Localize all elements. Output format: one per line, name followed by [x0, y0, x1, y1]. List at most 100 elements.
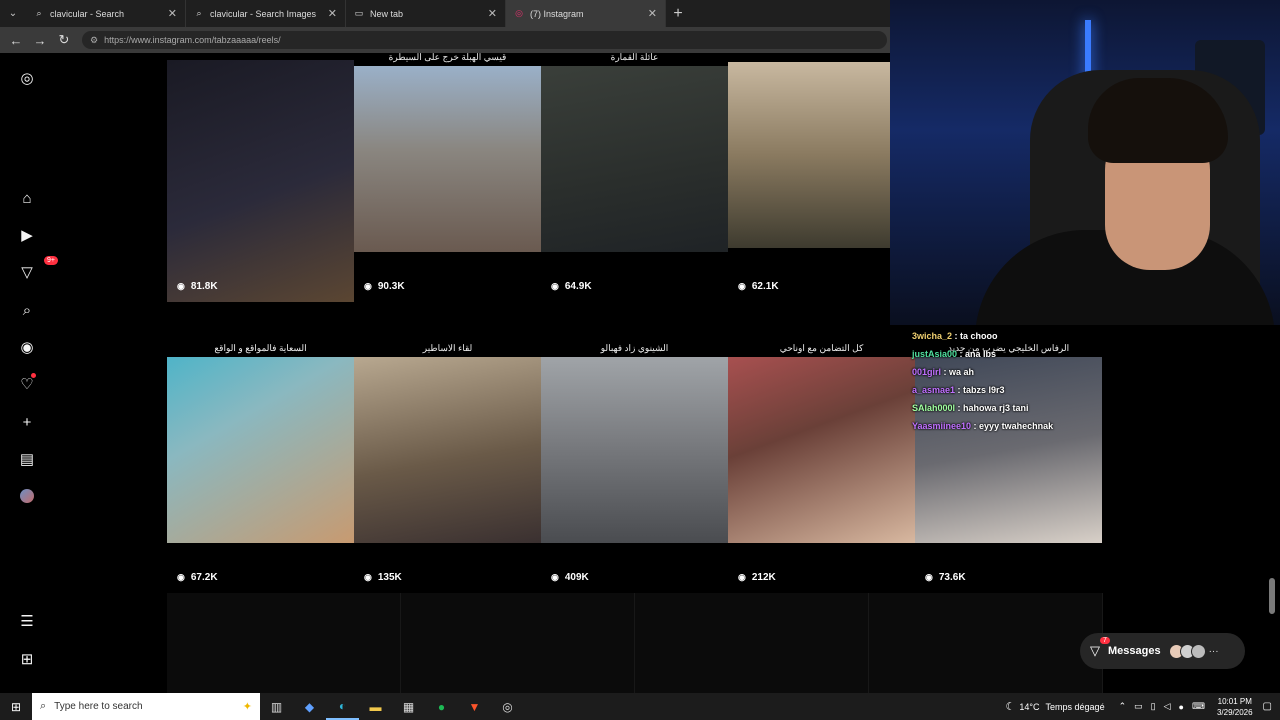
file-explorer-icon[interactable]: ▬ [359, 693, 392, 720]
reel-card[interactable]: قيسي الهبلة خرج على السيطرة ◉ 90.3K [354, 52, 541, 302]
reel-thumbnail [167, 357, 354, 543]
reel-title: كل التضامن مع اوناحي [779, 343, 864, 353]
site-info-icon[interactable]: ⚙ [90, 35, 98, 46]
chat-user: Yaasmiinee10 [912, 421, 972, 431]
reel-title: لقاء الاساطير [422, 343, 473, 353]
apps-icon[interactable]: ⊞ [18, 650, 36, 668]
view-count: ◉ 212K [738, 572, 776, 583]
copilot-icon[interactable]: ◆ [293, 693, 326, 720]
tab-item-active[interactable]: ◎ (7) Instagram ✕ [506, 0, 666, 27]
tab-title: New tab [370, 8, 404, 19]
view-count: ◉ 64.9K [551, 281, 592, 292]
eye-icon: ◉ [551, 281, 559, 291]
task-view-icon[interactable]: ▥ [260, 693, 293, 720]
eye-icon: ◉ [364, 572, 372, 582]
brave-icon[interactable]: ▼ [458, 693, 491, 720]
reel-thumbnail [354, 357, 541, 543]
chat-message: Yaasmiinee10 : eyyy twahechnak [912, 421, 1054, 431]
heart-icon[interactable]: ♡ [18, 373, 36, 393]
menu-icon[interactable]: ☰ [18, 612, 36, 630]
windows-start-icon[interactable]: ⊞ [0, 700, 32, 714]
network-icon[interactable]: ▭ [1134, 701, 1143, 712]
taskbar-search[interactable]: ⌕ Type here to search ✦ [32, 693, 260, 720]
dashboard-icon[interactable]: ▤ [18, 450, 36, 468]
spotify-icon[interactable]: ● [425, 693, 458, 720]
notifications-icon[interactable]: ▽ 9+ [18, 256, 58, 281]
notification-badge: 9+ [44, 256, 58, 265]
url-text: https://www.instagram.com/tabzaaaaa/reel… [104, 35, 281, 45]
webcam-overlay [890, 0, 1280, 325]
language-icon[interactable]: ⌨ [1192, 701, 1205, 712]
reload-icon[interactable]: ↻ [52, 32, 76, 48]
reel-card[interactable]: ◉ 62.1K [728, 52, 915, 302]
chat-message: justAsia00 : ana lbs [912, 349, 997, 359]
chat-message: 3wicha_2 : ta chooo [912, 331, 998, 341]
view-count: ◉ 62.1K [738, 281, 779, 292]
explore-icon[interactable]: ◉ [18, 338, 36, 356]
obs-icon[interactable]: ◎ [491, 693, 524, 720]
address-bar-row: ← → ↻ ⚙ https://www.instagram.com/tabzaa… [0, 27, 890, 53]
home-icon[interactable]: ⌂ [18, 189, 36, 207]
more-icon: ··· [1208, 645, 1219, 657]
forward-icon[interactable]: → [28, 33, 52, 48]
store-icon[interactable]: ▦ [392, 693, 425, 720]
battery-icon[interactable]: ▯ [1151, 701, 1156, 712]
chat-user: a_asmae1 [912, 385, 956, 395]
reel-thumbnail [728, 357, 915, 543]
weather-text: Temps dégagé [1045, 701, 1105, 712]
reel-thumbnail [541, 357, 728, 543]
chat-user: SAlah000l [912, 403, 956, 413]
tab-title: (7) Instagram [530, 8, 584, 19]
reels-icon[interactable]: ▶ [18, 226, 36, 244]
tab-item[interactable]: ▭ New tab ✕ [346, 0, 506, 27]
profile-avatar[interactable] [18, 487, 36, 505]
tab-search-button[interactable]: ⌄ [0, 0, 26, 27]
tab-item[interactable]: ⌕ clavicular - Search Images ✕ [186, 0, 346, 27]
close-icon[interactable]: ✕ [168, 7, 177, 20]
chat-text: eyyy twahechnak [979, 421, 1054, 431]
chevron-down-icon: ⌄ [8, 8, 18, 19]
back-icon[interactable]: ← [4, 33, 28, 48]
avatar [1190, 643, 1206, 659]
reel-card[interactable]: لقاء الاساطير ◉ 135K [354, 343, 541, 593]
eye-icon: ◉ [177, 572, 185, 582]
activity-dot [31, 373, 36, 378]
search-icon: ⌕ [196, 8, 202, 18]
tab-item[interactable]: ⌕ clavicular - Search ✕ [26, 0, 186, 27]
clock[interactable]: 10:01 PM 3/29/2026 [1217, 696, 1253, 718]
search-icon: ⌕ [40, 700, 47, 712]
reel-card[interactable]: الشينوي زاد فهبالو ◉ 409K [541, 343, 728, 593]
chat-text: ana lbs [965, 349, 997, 359]
close-icon[interactable]: ✕ [488, 7, 497, 20]
reel-thumbnail [354, 66, 541, 252]
view-count: ◉ 135K [364, 572, 402, 583]
chat-text: hahowa rj3 tani [963, 403, 1029, 413]
clock-time: 10:01 PM [1217, 696, 1252, 706]
reel-card[interactable]: السعاية فالمواقع و الواقع ◉ 67.2K [167, 343, 354, 593]
create-icon[interactable]: + [18, 413, 36, 431]
system-tray: ☾ 14°C Temps dégagé ⌃ ▭ ▯ ◁ ● ⌨ 10:01 PM… [1006, 693, 1280, 720]
url-field[interactable]: ⚙ https://www.instagram.com/tabzaaaaa/re… [82, 31, 887, 49]
scrollbar-thumb[interactable] [1269, 578, 1275, 614]
reel-card[interactable]: عائلة القمارة ◉ 64.9K [541, 52, 728, 302]
microphone-icon[interactable]: ● [1179, 702, 1184, 712]
chat-text: wa ah [949, 367, 975, 377]
search-icon[interactable]: ⌕ [18, 301, 36, 319]
volume-icon[interactable]: ◁ [1164, 701, 1171, 712]
messages-button[interactable]: ▽ 7 Messages ··· [1080, 633, 1245, 669]
chevron-up-icon[interactable]: ⌃ [1119, 701, 1127, 712]
taskbar: ⊞ ⌕ Type here to search ✦ ▥ ◆ ◐ ▬ ▦ ● ▼ … [0, 693, 1280, 720]
close-icon[interactable]: ✕ [648, 7, 657, 20]
stream-chat: 3wicha_2 : ta chooo justAsia00 : ana lbs… [912, 330, 1102, 438]
taskbar-search-placeholder: Type here to search [54, 701, 143, 712]
reel-card[interactable]: كل التضامن مع اوناحي ◉ 212K [728, 343, 915, 593]
notification-center-icon[interactable]: ▢ [1263, 701, 1272, 712]
tab-strip: ⌄ ⌕ clavicular - Search ✕ ⌕ clavicular -… [0, 0, 890, 27]
new-tab-button[interactable]: + [666, 5, 690, 23]
edge-icon[interactable]: ◐ [326, 693, 359, 720]
reel-card[interactable]: ◉ 81.8K [167, 52, 354, 302]
close-icon[interactable]: ✕ [328, 7, 337, 20]
view-count: ◉ 409K [551, 572, 589, 583]
view-count: ◉ 81.8K [177, 281, 218, 292]
instagram-logo-icon[interactable]: ◎ [18, 69, 36, 87]
